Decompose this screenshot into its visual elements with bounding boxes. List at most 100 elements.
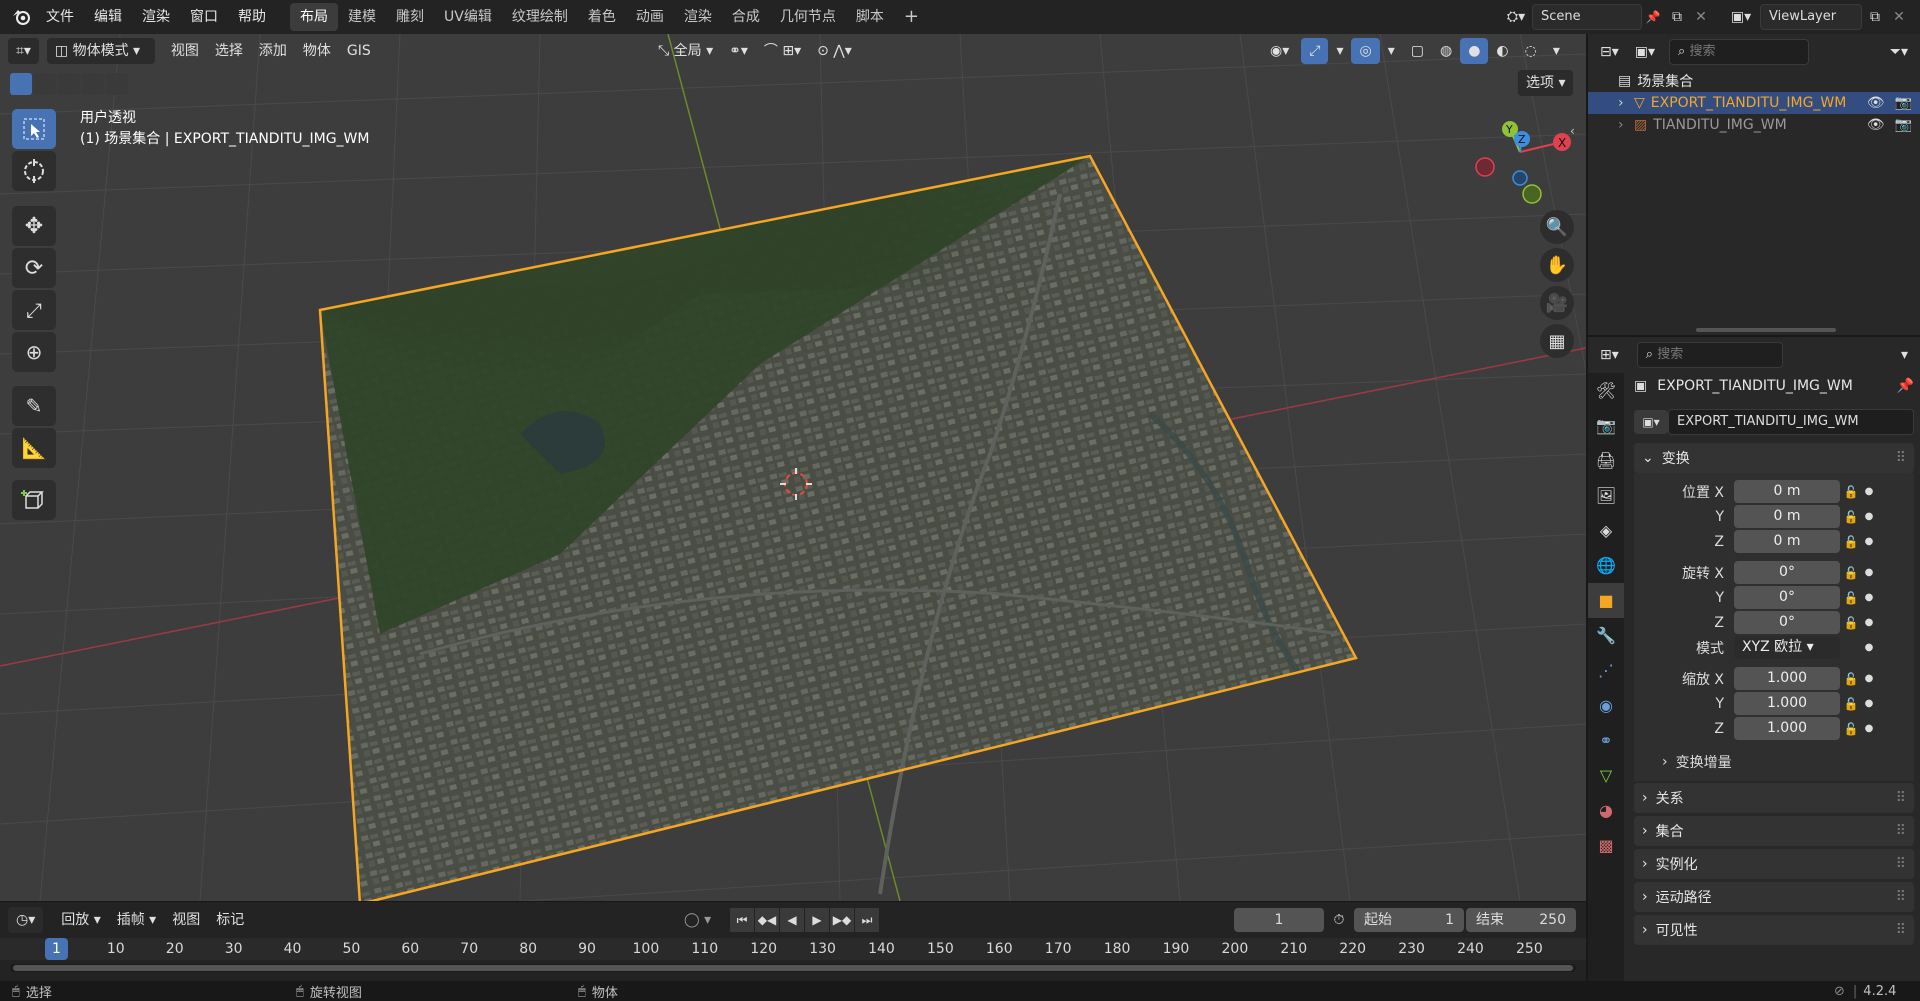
- output-tab-icon[interactable]: 🖨: [1588, 443, 1624, 478]
- record-icon[interactable]: ◯ ▾: [676, 907, 719, 933]
- keyframe-dot-icon[interactable]: ●: [1862, 592, 1876, 603]
- scale-x-field[interactable]: 1.000: [1734, 667, 1840, 690]
- relations-panel-header[interactable]: › 关系 ⠿: [1634, 783, 1914, 813]
- stopwatch-icon[interactable]: ⏱: [1324, 912, 1354, 928]
- keyframe-dot-icon[interactable]: ●: [1862, 723, 1876, 734]
- menu-render[interactable]: 渲染: [132, 0, 180, 34]
- rotate-tool-icon[interactable]: ⟳: [12, 248, 56, 288]
- location-x-field[interactable]: 0 m: [1734, 480, 1840, 503]
- tab-geometry-nodes[interactable]: 几何节点: [770, 3, 846, 31]
- scale-z-field[interactable]: 1.000: [1734, 717, 1840, 740]
- drag-handle-icon[interactable]: ⠿: [1896, 450, 1906, 466]
- tab-modeling[interactable]: 建模: [338, 3, 386, 31]
- transform-tool-icon[interactable]: ⊕: [12, 332, 56, 372]
- select-invert-icon[interactable]: [82, 73, 104, 95]
- viewport-menu-add[interactable]: 添加: [251, 38, 295, 64]
- tab-rendering[interactable]: 渲染: [674, 3, 722, 31]
- current-frame-field[interactable]: 1: [1234, 908, 1324, 932]
- rotation-x-field[interactable]: 0°: [1734, 561, 1840, 584]
- snap-icon[interactable]: ⌒ ⊞▾: [756, 38, 809, 64]
- object-browse-icon[interactable]: ▣▾: [1634, 410, 1668, 434]
- delete-view-layer-icon[interactable]: ✕: [1888, 9, 1910, 25]
- pin-icon[interactable]: 📌: [1897, 378, 1914, 394]
- frame-ruler[interactable]: 1 10 20 30 40 50 60 70 80 90 100 110 120 130 140 150 160…: [0, 938, 1586, 960]
- play-icon[interactable]: ▶: [805, 908, 829, 932]
- move-tool-icon[interactable]: ✥: [12, 206, 56, 246]
- editor-type-icon[interactable]: ⌗▾: [8, 38, 39, 64]
- properties-options-icon[interactable]: ▾: [1893, 342, 1916, 368]
- location-y-field[interactable]: 0 m: [1734, 505, 1840, 528]
- outliner-scrollbar[interactable]: [1696, 328, 1836, 332]
- world-tab-icon[interactable]: 🌐: [1588, 548, 1624, 583]
- view-layer-tab-icon[interactable]: 🖼: [1588, 478, 1624, 513]
- scene-tab-icon[interactable]: ◈: [1588, 513, 1624, 548]
- play-reverse-icon[interactable]: ◀: [780, 908, 804, 932]
- lock-icon[interactable]: 🔓: [1840, 591, 1862, 605]
- keyframe-dot-icon[interactable]: ●: [1862, 617, 1876, 628]
- select-new-icon[interactable]: [10, 73, 32, 95]
- lock-icon[interactable]: 🔓: [1840, 510, 1862, 524]
- texture-tab-icon[interactable]: ▩: [1588, 828, 1624, 863]
- select-subtract-icon[interactable]: [58, 73, 80, 95]
- data-tab-icon[interactable]: ▽: [1588, 758, 1624, 793]
- filter-icon[interactable]: ⏷▾: [1882, 39, 1916, 65]
- keyframe-dot-icon[interactable]: ●: [1862, 698, 1876, 709]
- render-camera-icon[interactable]: 📷: [1895, 117, 1912, 133]
- keyframe-dot-icon[interactable]: ●: [1862, 511, 1876, 522]
- keyframe-dot-icon[interactable]: ●: [1862, 642, 1876, 653]
- tab-shading[interactable]: 着色: [578, 3, 626, 31]
- camera-view-icon[interactable]: 🎥: [1540, 286, 1574, 320]
- drag-handle-icon[interactable]: ⠿: [1896, 790, 1906, 806]
- select-box-tool-icon[interactable]: [12, 109, 56, 149]
- collapse-gizmo-icon[interactable]: ‹: [1570, 124, 1575, 138]
- keyframe-dot-icon[interactable]: ●: [1862, 673, 1876, 684]
- keyframe-dot-icon[interactable]: ●: [1862, 486, 1876, 497]
- shading-wireframe-icon[interactable]: ◍: [1432, 38, 1460, 64]
- drag-handle-icon[interactable]: ⠿: [1896, 922, 1906, 938]
- select-extend-icon[interactable]: [34, 73, 56, 95]
- xray-icon[interactable]: ▢: [1403, 38, 1432, 64]
- new-view-layer-icon[interactable]: ⧉: [1862, 9, 1888, 25]
- pivot-point-icon[interactable]: ⚭▾: [721, 38, 756, 64]
- properties-search-input[interactable]: ⌕ 搜索: [1636, 342, 1783, 368]
- rotation-y-field[interactable]: 0°: [1734, 586, 1840, 609]
- render-camera-icon[interactable]: 📷: [1895, 95, 1912, 111]
- expand-arrow-icon[interactable]: ›: [1618, 117, 1634, 133]
- timeline-scrollbar[interactable]: [10, 964, 1576, 972]
- shading-rendered-icon[interactable]: ◌: [1517, 38, 1545, 64]
- measure-tool-icon[interactable]: 📐: [12, 428, 56, 468]
- delta-transform-subpanel[interactable]: › 变换增量: [1634, 747, 1914, 777]
- mode-dropdown[interactable]: ◫ 物体模式 ▾: [46, 38, 155, 64]
- modifier-tab-icon[interactable]: 🔧: [1588, 618, 1624, 653]
- pan-hand-icon[interactable]: ✋: [1540, 248, 1574, 282]
- outliner-search-input[interactable]: ⌕ 搜索: [1669, 39, 1810, 65]
- delete-scene-icon[interactable]: ✕: [1690, 9, 1712, 25]
- constraints-tab-icon[interactable]: ⚭: [1588, 723, 1624, 758]
- visibility-eye-icon[interactable]: 👁: [1867, 95, 1885, 111]
- jump-end-icon[interactable]: ⏭: [855, 908, 879, 932]
- viewport-menu-select[interactable]: 选择: [207, 38, 251, 64]
- scale-y-field[interactable]: 1.000: [1734, 692, 1840, 715]
- motion-paths-panel-header[interactable]: › 运动路径 ⠿: [1634, 882, 1914, 912]
- shading-material-icon[interactable]: ◐: [1488, 38, 1516, 64]
- shading-dropdown-icon[interactable]: ▾: [1545, 38, 1568, 64]
- timeline-editor-type-icon[interactable]: ◷▾: [8, 907, 44, 933]
- lock-icon[interactable]: 🔓: [1840, 616, 1862, 630]
- lock-icon[interactable]: 🔓: [1840, 566, 1862, 580]
- current-frame-indicator[interactable]: 1: [45, 938, 68, 960]
- visibility-eye-icon[interactable]: 👁: [1867, 117, 1885, 133]
- zoom-icon[interactable]: 🔍: [1540, 210, 1574, 244]
- menu-window[interactable]: 窗口: [180, 0, 228, 34]
- add-workspace-button[interactable]: +: [894, 3, 929, 31]
- render-tab-icon[interactable]: 📷: [1588, 408, 1624, 443]
- particles-tab-icon[interactable]: ⋰: [1588, 653, 1624, 688]
- drag-handle-icon[interactable]: ⠿: [1896, 823, 1906, 839]
- tab-texture-paint[interactable]: 纹理绘制: [502, 3, 578, 31]
- menu-edit[interactable]: 编辑: [84, 0, 132, 34]
- tab-sculpting[interactable]: 雕刻: [386, 3, 434, 31]
- material-tab-icon[interactable]: ◕: [1588, 793, 1624, 828]
- next-keyframe-icon[interactable]: ▶◆: [830, 908, 854, 932]
- drag-handle-icon[interactable]: ⠿: [1896, 889, 1906, 905]
- tab-compositing[interactable]: 合成: [722, 3, 770, 31]
- start-frame-field[interactable]: 起始 1: [1354, 908, 1464, 932]
